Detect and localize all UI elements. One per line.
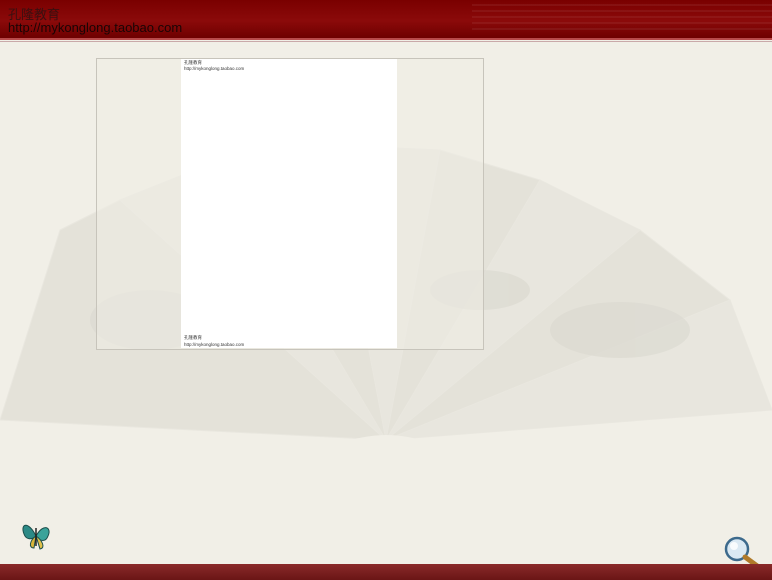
bottom-bar bbox=[0, 564, 772, 580]
butterfly-icon bbox=[22, 524, 50, 550]
page-footer-title: 孔隆教育 bbox=[184, 336, 202, 341]
document-page: 孔隆教育 http://mykonglong.taobao.com 孔隆教育 h… bbox=[181, 59, 397, 348]
page-header-url: http://mykonglong.taobao.com bbox=[184, 66, 245, 71]
header-divider bbox=[0, 41, 772, 42]
top-banner: 孔隆教育 http://mykonglong.taobao.com bbox=[0, 0, 772, 40]
page-footer-url: http://mykonglong.taobao.com bbox=[184, 342, 245, 347]
brand-url: http://mykonglong.taobao.com bbox=[8, 20, 183, 35]
banner-stripes bbox=[472, 4, 772, 34]
